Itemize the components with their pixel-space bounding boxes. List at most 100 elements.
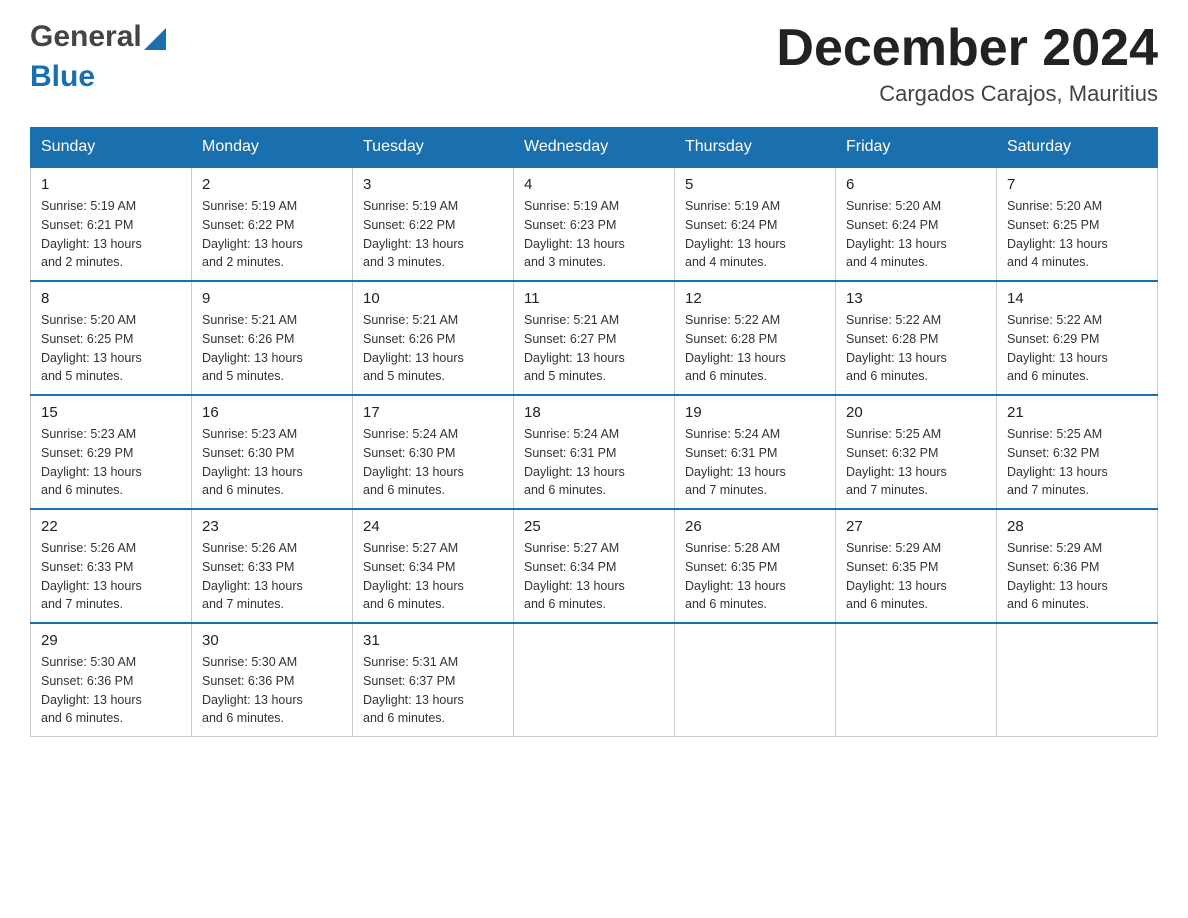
calendar-cell: 6 Sunrise: 5:20 AMSunset: 6:24 PMDaylight… bbox=[836, 167, 997, 281]
day-info: Sunrise: 5:20 AMSunset: 6:25 PMDaylight:… bbox=[1007, 197, 1147, 272]
day-info: Sunrise: 5:30 AMSunset: 6:36 PMDaylight:… bbox=[41, 653, 181, 728]
calendar-cell: 15 Sunrise: 5:23 AMSunset: 6:29 PMDayligh… bbox=[31, 395, 192, 509]
calendar-cell: 18 Sunrise: 5:24 AMSunset: 6:31 PMDayligh… bbox=[514, 395, 675, 509]
weekday-header-monday: Monday bbox=[192, 128, 353, 168]
day-number: 14 bbox=[1007, 290, 1147, 307]
weekday-header-friday: Friday bbox=[836, 128, 997, 168]
title-area: December 2024 Cargados Carajos, Mauritiu… bbox=[776, 20, 1158, 107]
calendar-cell: 26 Sunrise: 5:28 AMSunset: 6:35 PMDayligh… bbox=[675, 509, 836, 623]
day-info: Sunrise: 5:31 AMSunset: 6:37 PMDaylight:… bbox=[363, 653, 503, 728]
calendar-cell: 5 Sunrise: 5:19 AMSunset: 6:24 PMDaylight… bbox=[675, 167, 836, 281]
day-info: Sunrise: 5:23 AMSunset: 6:29 PMDaylight:… bbox=[41, 425, 181, 500]
calendar-cell bbox=[514, 623, 675, 737]
calendar-cell: 21Sunrise: 5:25 AMSunset: 6:32 PMDayligh… bbox=[997, 395, 1158, 509]
day-number: 16 bbox=[202, 404, 342, 421]
day-info: Sunrise: 5:28 AMSunset: 6:35 PMDaylight:… bbox=[685, 539, 825, 614]
day-number: 8 bbox=[41, 290, 181, 307]
day-info: Sunrise: 5:29 AMSunset: 6:36 PMDaylight:… bbox=[1007, 539, 1147, 614]
day-number: 18 bbox=[524, 404, 664, 421]
calendar-cell bbox=[836, 623, 997, 737]
day-number: 17 bbox=[363, 404, 503, 421]
calendar-cell: 7 Sunrise: 5:20 AMSunset: 6:25 PMDaylight… bbox=[997, 167, 1158, 281]
day-number: 19 bbox=[685, 404, 825, 421]
calendar-cell: 23Sunrise: 5:26 AMSunset: 6:33 PMDayligh… bbox=[192, 509, 353, 623]
day-info: Sunrise: 5:21 AMSunset: 6:26 PMDaylight:… bbox=[202, 311, 342, 386]
logo-blue-text: Blue bbox=[30, 60, 95, 93]
day-info: Sunrise: 5:27 AMSunset: 6:34 PMDaylight:… bbox=[524, 539, 664, 614]
day-number: 1 bbox=[41, 176, 181, 193]
logo: General Blue bbox=[30, 20, 166, 94]
day-number: 3 bbox=[363, 176, 503, 193]
day-info: Sunrise: 5:23 AMSunset: 6:30 PMDaylight:… bbox=[202, 425, 342, 500]
day-number: 6 bbox=[846, 176, 986, 193]
day-info: Sunrise: 5:30 AMSunset: 6:36 PMDaylight:… bbox=[202, 653, 342, 728]
day-info: Sunrise: 5:27 AMSunset: 6:34 PMDaylight:… bbox=[363, 539, 503, 614]
day-info: Sunrise: 5:24 AMSunset: 6:30 PMDaylight:… bbox=[363, 425, 503, 500]
day-info: Sunrise: 5:21 AMSunset: 6:27 PMDaylight:… bbox=[524, 311, 664, 386]
day-info: Sunrise: 5:22 AMSunset: 6:28 PMDaylight:… bbox=[846, 311, 986, 386]
day-info: Sunrise: 5:22 AMSunset: 6:28 PMDaylight:… bbox=[685, 311, 825, 386]
day-number: 4 bbox=[524, 176, 664, 193]
logo-triangle-icon bbox=[144, 28, 166, 50]
calendar-cell: 2Sunrise: 5:19 AMSunset: 6:22 PMDaylight… bbox=[192, 167, 353, 281]
day-info: Sunrise: 5:26 AMSunset: 6:33 PMDaylight:… bbox=[41, 539, 181, 614]
day-number: 9 bbox=[202, 290, 342, 307]
day-number: 30 bbox=[202, 632, 342, 649]
day-info: Sunrise: 5:20 AMSunset: 6:24 PMDaylight:… bbox=[846, 197, 986, 272]
calendar-cell: 29 Sunrise: 5:30 AMSunset: 6:36 PMDayligh… bbox=[31, 623, 192, 737]
day-number: 12 bbox=[685, 290, 825, 307]
day-number: 20 bbox=[846, 404, 986, 421]
weekday-header-wednesday: Wednesday bbox=[514, 128, 675, 168]
weekday-header-thursday: Thursday bbox=[675, 128, 836, 168]
page-header: General Blue December 2024 Cargados Cara… bbox=[30, 20, 1158, 107]
calendar-week-row: 29 Sunrise: 5:30 AMSunset: 6:36 PMDayligh… bbox=[31, 623, 1158, 737]
day-number: 31 bbox=[363, 632, 503, 649]
day-number: 21 bbox=[1007, 404, 1147, 421]
day-info: Sunrise: 5:19 AMSunset: 6:24 PMDaylight:… bbox=[685, 197, 825, 272]
logo-general-text: General bbox=[30, 20, 142, 53]
day-number: 28 bbox=[1007, 518, 1147, 535]
calendar-cell: 25 Sunrise: 5:27 AMSunset: 6:34 PMDayligh… bbox=[514, 509, 675, 623]
calendar-cell: 11 Sunrise: 5:21 AMSunset: 6:27 PMDayligh… bbox=[514, 281, 675, 395]
calendar-cell: 28 Sunrise: 5:29 AMSunset: 6:36 PMDayligh… bbox=[997, 509, 1158, 623]
calendar-cell: 13Sunrise: 5:22 AMSunset: 6:28 PMDayligh… bbox=[836, 281, 997, 395]
calendar-cell bbox=[997, 623, 1158, 737]
day-number: 22 bbox=[41, 518, 181, 535]
day-number: 2 bbox=[202, 176, 342, 193]
day-info: Sunrise: 5:24 AMSunset: 6:31 PMDaylight:… bbox=[685, 425, 825, 500]
calendar-week-row: 1 Sunrise: 5:19 AMSunset: 6:21 PMDaylight… bbox=[31, 167, 1158, 281]
calendar-cell: 16 Sunrise: 5:23 AMSunset: 6:30 PMDayligh… bbox=[192, 395, 353, 509]
day-number: 26 bbox=[685, 518, 825, 535]
day-info: Sunrise: 5:20 AMSunset: 6:25 PMDaylight:… bbox=[41, 311, 181, 386]
calendar-week-row: 8 Sunrise: 5:20 AMSunset: 6:25 PMDaylight… bbox=[31, 281, 1158, 395]
day-number: 11 bbox=[524, 290, 664, 307]
calendar-cell: 4 Sunrise: 5:19 AMSunset: 6:23 PMDaylight… bbox=[514, 167, 675, 281]
day-info: Sunrise: 5:29 AMSunset: 6:35 PMDaylight:… bbox=[846, 539, 986, 614]
day-info: Sunrise: 5:19 AMSunset: 6:23 PMDaylight:… bbox=[524, 197, 664, 272]
day-info: Sunrise: 5:19 AMSunset: 6:22 PMDaylight:… bbox=[363, 197, 503, 272]
calendar-table: SundayMondayTuesdayWednesdayThursdayFrid… bbox=[30, 127, 1158, 737]
day-info: Sunrise: 5:26 AMSunset: 6:33 PMDaylight:… bbox=[202, 539, 342, 614]
calendar-week-row: 22 Sunrise: 5:26 AMSunset: 6:33 PMDayligh… bbox=[31, 509, 1158, 623]
day-number: 10 bbox=[363, 290, 503, 307]
weekday-header-saturday: Saturday bbox=[997, 128, 1158, 168]
calendar-cell: 24 Sunrise: 5:27 AMSunset: 6:34 PMDayligh… bbox=[353, 509, 514, 623]
day-number: 5 bbox=[685, 176, 825, 193]
day-number: 29 bbox=[41, 632, 181, 649]
day-info: Sunrise: 5:19 AMSunset: 6:21 PMDaylight:… bbox=[41, 197, 181, 272]
calendar-cell: 12 Sunrise: 5:22 AMSunset: 6:28 PMDayligh… bbox=[675, 281, 836, 395]
day-number: 24 bbox=[363, 518, 503, 535]
day-number: 7 bbox=[1007, 176, 1147, 193]
day-number: 15 bbox=[41, 404, 181, 421]
day-info: Sunrise: 5:24 AMSunset: 6:31 PMDaylight:… bbox=[524, 425, 664, 500]
calendar-cell: 1 Sunrise: 5:19 AMSunset: 6:21 PMDaylight… bbox=[31, 167, 192, 281]
calendar-cell: 8 Sunrise: 5:20 AMSunset: 6:25 PMDaylight… bbox=[31, 281, 192, 395]
calendar-cell: 9 Sunrise: 5:21 AMSunset: 6:26 PMDaylight… bbox=[192, 281, 353, 395]
calendar-cell: 31 Sunrise: 5:31 AMSunset: 6:37 PMDayligh… bbox=[353, 623, 514, 737]
calendar-cell: 3 Sunrise: 5:19 AMSunset: 6:22 PMDaylight… bbox=[353, 167, 514, 281]
calendar-cell: 17 Sunrise: 5:24 AMSunset: 6:30 PMDayligh… bbox=[353, 395, 514, 509]
day-number: 25 bbox=[524, 518, 664, 535]
calendar-cell: 14Sunrise: 5:22 AMSunset: 6:29 PMDayligh… bbox=[997, 281, 1158, 395]
calendar-week-row: 15 Sunrise: 5:23 AMSunset: 6:29 PMDayligh… bbox=[31, 395, 1158, 509]
calendar-cell: 19 Sunrise: 5:24 AMSunset: 6:31 PMDayligh… bbox=[675, 395, 836, 509]
